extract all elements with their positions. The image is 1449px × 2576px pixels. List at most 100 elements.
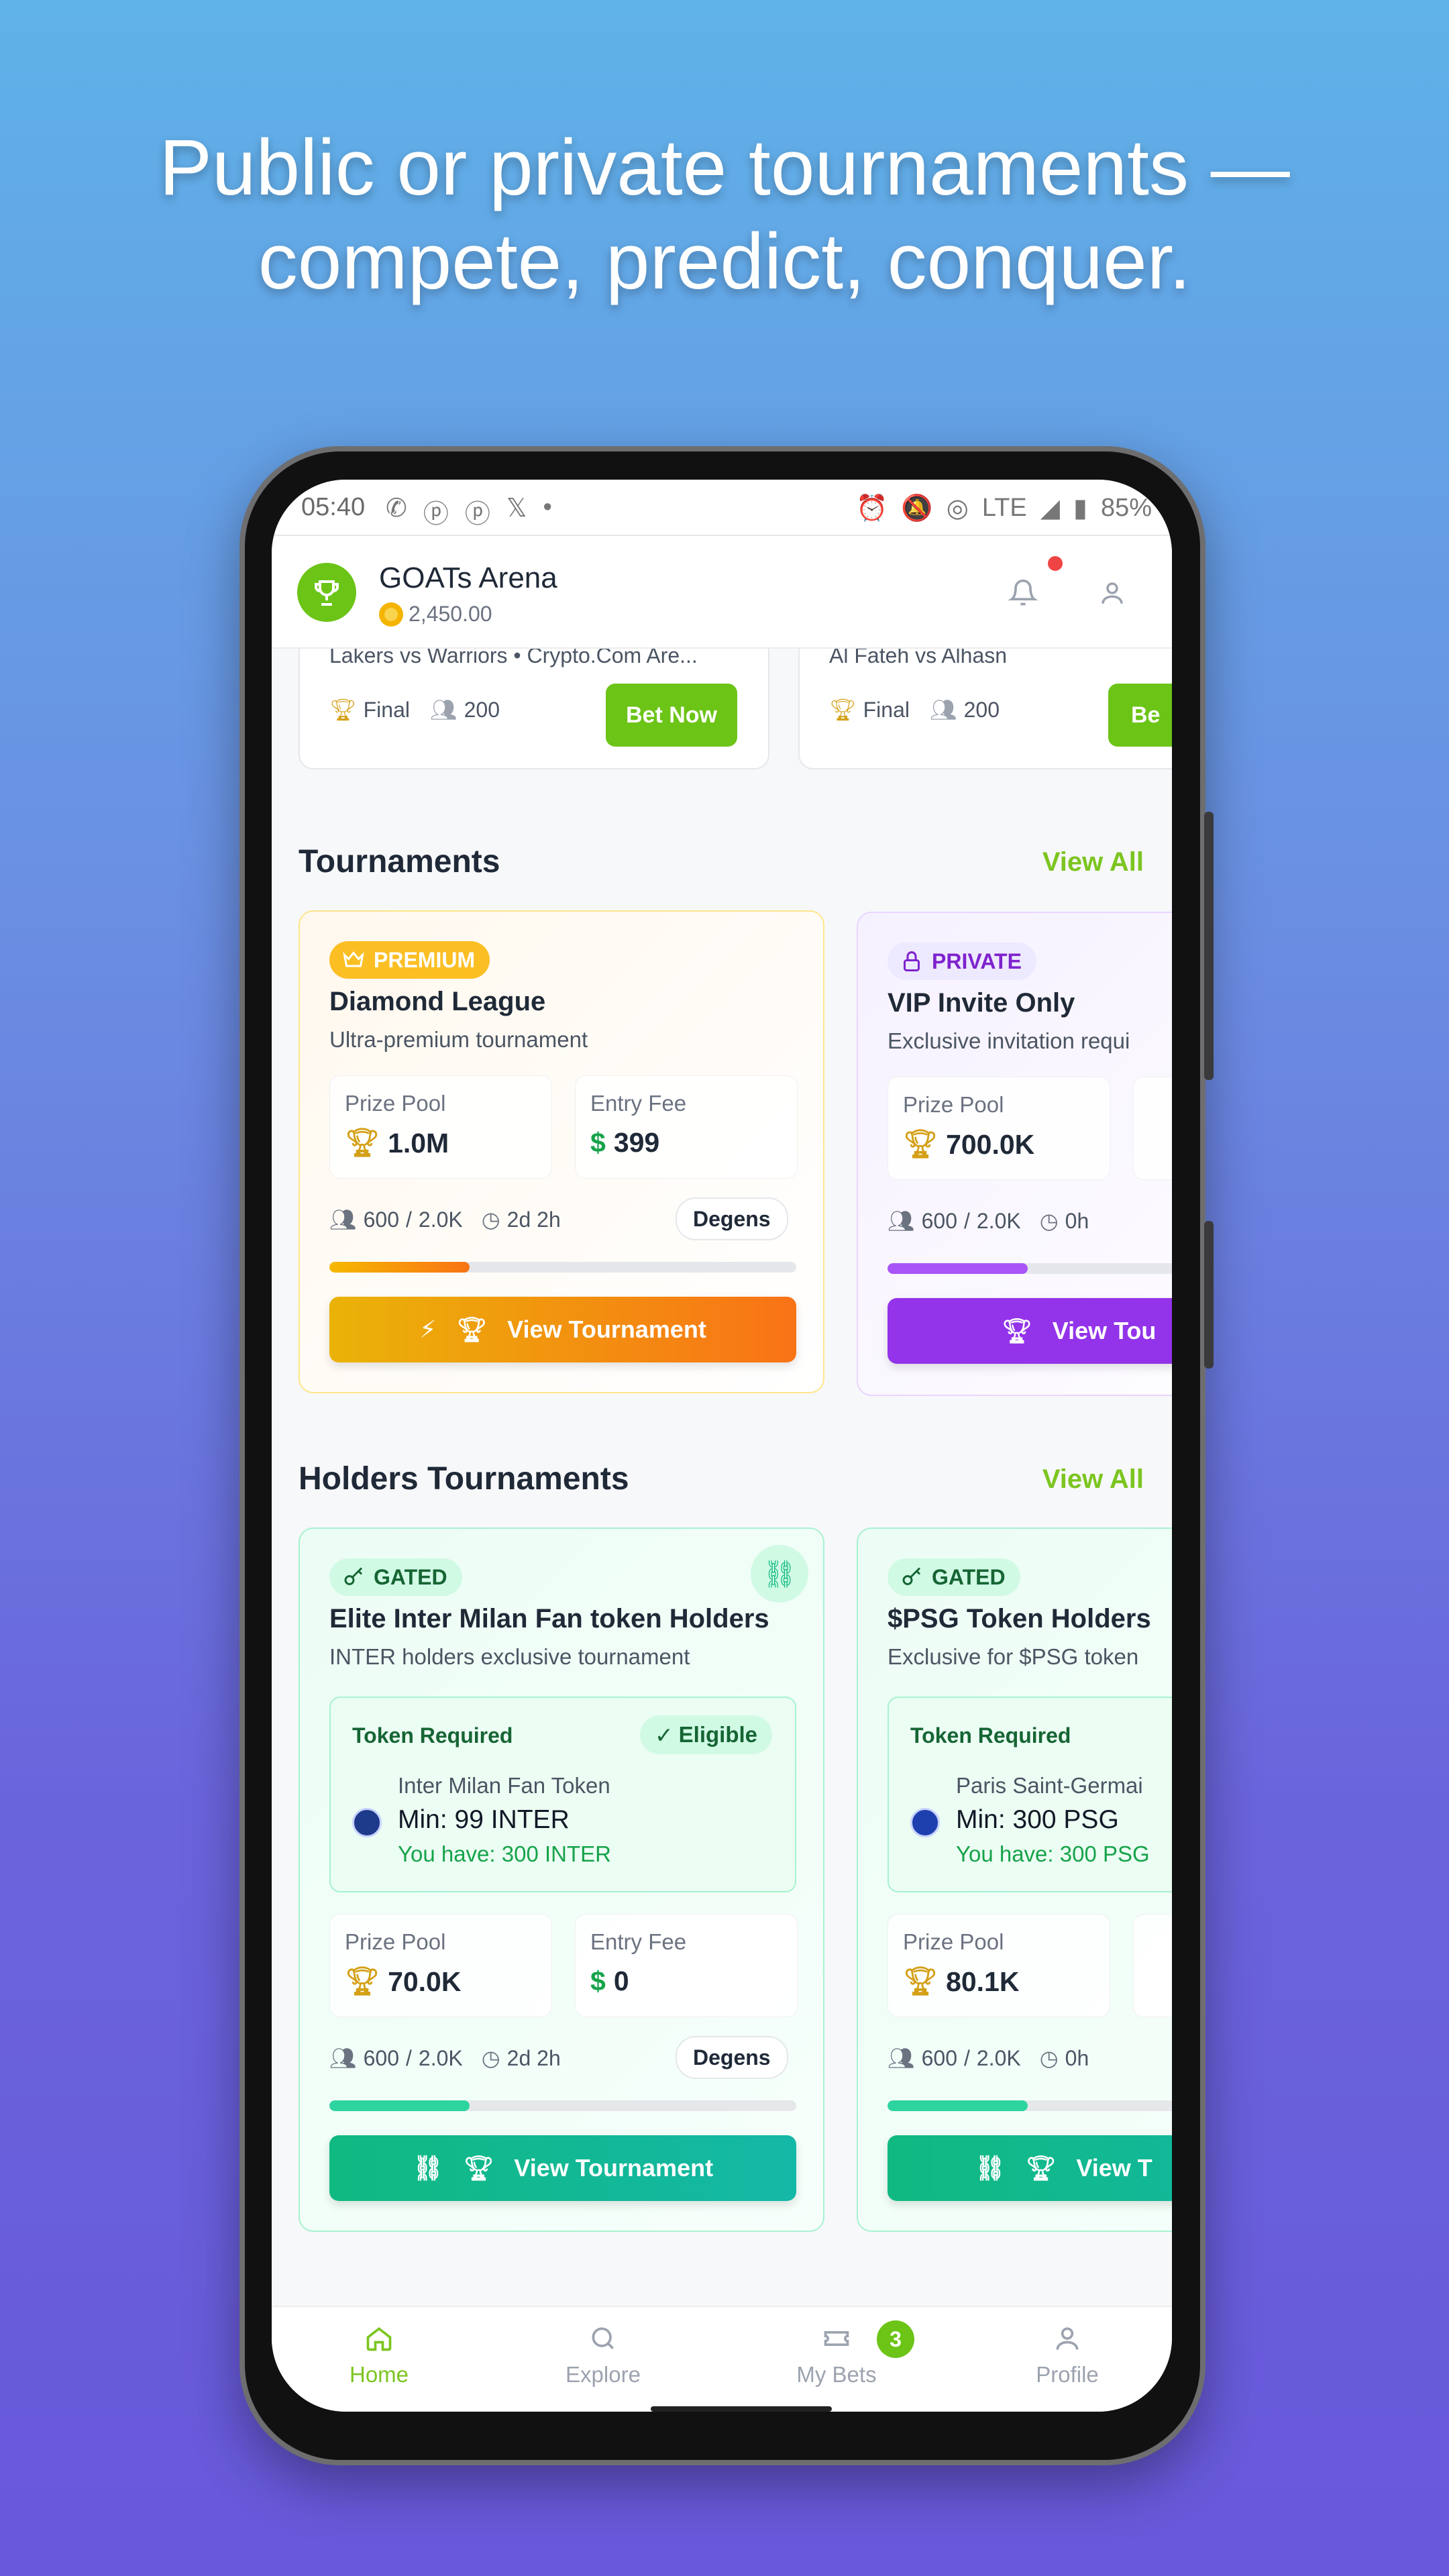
token-requirement-box: Token Required ✓ Eligible Inter Milan Fa… bbox=[329, 1697, 796, 1892]
entry-fee-value: 0 bbox=[613, 1966, 629, 1996]
signal-icon: ◢ bbox=[1040, 494, 1061, 523]
prize-pool-value: 70.0K bbox=[388, 1966, 462, 1997]
users-icon: 👥︎ bbox=[929, 698, 957, 722]
view-tournament-button[interactable]: ⛓︎ 🏆︎ View Tournament bbox=[329, 2135, 796, 2201]
prize-pool-box: Prize Pool 🏆︎ 1.0M bbox=[329, 1075, 552, 1179]
phone-side-button bbox=[1204, 812, 1214, 1080]
notification-dot bbox=[1048, 556, 1063, 571]
trophy-icon: 🏆︎ bbox=[463, 2154, 494, 2182]
token-have: You have: 300 PSG bbox=[956, 1841, 1150, 1866]
tournament-card-private[interactable]: PRIVATE VIP Invite Only Exclusive invita… bbox=[857, 912, 1172, 1396]
users-icon: 👥︎ bbox=[329, 1208, 357, 1232]
players-count: 600 bbox=[363, 1207, 400, 1232]
entry-fee-value: 399 bbox=[613, 1127, 660, 1158]
check-icon: ✓ bbox=[654, 1722, 674, 1748]
trophy-logo-icon[interactable] bbox=[297, 563, 356, 622]
token-required-label: Token Required bbox=[910, 1723, 1071, 1748]
phone-side-button bbox=[1204, 1221, 1214, 1368]
private-badge: PRIVATE bbox=[888, 943, 1036, 980]
prize-pool-value: 700.0K bbox=[946, 1128, 1035, 1160]
token-name: Paris Saint-Germai bbox=[956, 1773, 1143, 1798]
tournament-meta: 👥︎ 600 / 2.0K ◷ 2d 2h bbox=[329, 2045, 561, 2071]
match-meta: 🏆︎ Final 👥︎ 200 bbox=[829, 697, 1000, 722]
psg-token-icon bbox=[910, 1808, 940, 1837]
bell-icon bbox=[1008, 579, 1038, 606]
prize-pool-value: 80.1K bbox=[946, 1966, 1020, 1997]
holders-card-psg[interactable]: GATED $PSG Token Holders Exclusive for $… bbox=[857, 1527, 1172, 2232]
coin-balance: 2,450.00 bbox=[379, 602, 492, 627]
trophy-icon: 🏆︎ bbox=[345, 1127, 380, 1158]
premium-badge: PREMIUM bbox=[329, 941, 490, 979]
gesture-home-bar[interactable] bbox=[651, 2406, 832, 2412]
tournament-description: INTER holders exclusive tournament bbox=[329, 1644, 690, 1669]
match-card[interactable]: Al Fateh vs Alhasn 🏆︎ Final 👥︎ 200 Be bbox=[798, 649, 1172, 769]
max-players: 2.0K bbox=[976, 1208, 1021, 1233]
holders-view-all[interactable]: View All bbox=[1042, 1464, 1144, 1495]
match-card[interactable]: Lakers vs Warriors • Crypto.Com Are... 🏆… bbox=[299, 649, 769, 769]
x-icon: 𝕏 bbox=[506, 494, 527, 523]
entry-fee-label: Entry Fee bbox=[590, 1929, 687, 1954]
dollar-icon: $ bbox=[590, 1966, 606, 1996]
system-icons: ⏰ 🔕 ◎ LTE ◢ ▮ 85% bbox=[856, 493, 1152, 523]
players-count: 600 bbox=[363, 2045, 400, 2070]
nav-explore-label: Explore bbox=[566, 2362, 641, 2387]
badge-label: GATED bbox=[932, 1564, 1006, 1589]
clock-icon: ◷ bbox=[481, 1208, 500, 1232]
app-header: GOATs Arena 2,450.00 bbox=[272, 535, 1172, 649]
trophy-icon: 🏆︎ bbox=[329, 698, 357, 722]
inter-token-icon bbox=[352, 1808, 382, 1837]
holders-card-inter[interactable]: ⛓︎ GATED Elite Inter Milan Fan token Hol… bbox=[299, 1527, 824, 2232]
tournament-card-premium[interactable]: PREMIUM Diamond League Ultra-premium tou… bbox=[299, 910, 824, 1393]
tournaments-view-all[interactable]: View All bbox=[1042, 847, 1144, 877]
main-content[interactable]: Lakers vs Warriors • Crypto.Com Are... 🏆… bbox=[272, 649, 1172, 2306]
headline-line-2: compete, predict, conquer. bbox=[258, 217, 1191, 306]
key-icon bbox=[344, 1567, 363, 1585]
home-icon bbox=[366, 2327, 392, 2351]
clock-icon: ◷ bbox=[481, 2046, 500, 2070]
view-tournament-label: View Tournament bbox=[514, 2154, 714, 2182]
pinterest-icon: ⓟ bbox=[423, 500, 449, 529]
trophy-icon: 🏆︎ bbox=[1025, 2154, 1057, 2182]
hotspot-icon: ◎ bbox=[946, 494, 969, 523]
nav-home[interactable]: Home bbox=[299, 2315, 460, 2387]
link-icon: ⛓︎ bbox=[412, 2154, 443, 2182]
view-tournament-label: View T bbox=[1076, 2154, 1152, 2182]
view-tournament-button[interactable]: ⚡︎ 🏆︎ View Tournament bbox=[329, 1297, 796, 1362]
max-players: 2.0K bbox=[418, 1207, 463, 1232]
token-requirement-box: Token Required Paris Saint-Germai Min: 3… bbox=[888, 1697, 1172, 1892]
view-tournament-button[interactable]: 🏆︎ View Tou bbox=[888, 1298, 1172, 1364]
crown-icon bbox=[343, 951, 364, 967]
prize-pool-label: Prize Pool bbox=[345, 1929, 446, 1954]
max-players: 2.0K bbox=[976, 2045, 1021, 2070]
progress-fill bbox=[888, 1263, 1028, 1274]
nav-profile[interactable]: Profile bbox=[987, 2315, 1148, 2387]
tournament-name: Diamond League bbox=[329, 987, 546, 1016]
badge-label: PREMIUM bbox=[374, 947, 476, 972]
notifications-button[interactable] bbox=[996, 566, 1050, 620]
bet-now-button[interactable]: Be bbox=[1108, 684, 1172, 747]
entry-fee-box: Entry Fee $399 bbox=[575, 1075, 798, 1179]
users-icon: 👥︎ bbox=[429, 698, 458, 722]
users-icon: 👥︎ bbox=[329, 2046, 357, 2070]
bet-now-button[interactable]: Bet Now bbox=[606, 684, 737, 747]
progress-fill bbox=[329, 2100, 470, 2111]
view-tournament-button[interactable]: ⛓︎ 🏆︎ View T bbox=[888, 2135, 1172, 2201]
lock-icon bbox=[904, 951, 920, 971]
coin-icon bbox=[379, 602, 403, 627]
participation-progress bbox=[888, 1263, 1172, 1274]
gated-badge: GATED bbox=[888, 1558, 1020, 1596]
tier-pill: Degens bbox=[676, 2036, 788, 2079]
tournament-meta: 👥︎ 600 / 2.0K ◷ 2d 2h bbox=[329, 1207, 561, 1232]
prize-pool-box: Prize Pool 🏆︎ 80.1K bbox=[888, 1914, 1110, 2017]
nav-profile-label: Profile bbox=[1036, 2362, 1099, 2387]
participation-progress bbox=[329, 1262, 796, 1273]
key-icon bbox=[902, 1567, 921, 1585]
whatsapp-icon: ✆ bbox=[386, 494, 407, 523]
lightning-icon: ⚡︎ bbox=[419, 1316, 437, 1343]
nav-explore[interactable]: Explore bbox=[523, 2315, 684, 2387]
profile-button[interactable] bbox=[1085, 566, 1139, 620]
view-tournament-label: View Tou bbox=[1052, 1317, 1157, 1344]
tournament-name: Elite Inter Milan Fan token Holders bbox=[329, 1604, 769, 1633]
token-required-label: Token Required bbox=[352, 1723, 513, 1748]
alarm-icon: ⏰ bbox=[856, 494, 888, 523]
